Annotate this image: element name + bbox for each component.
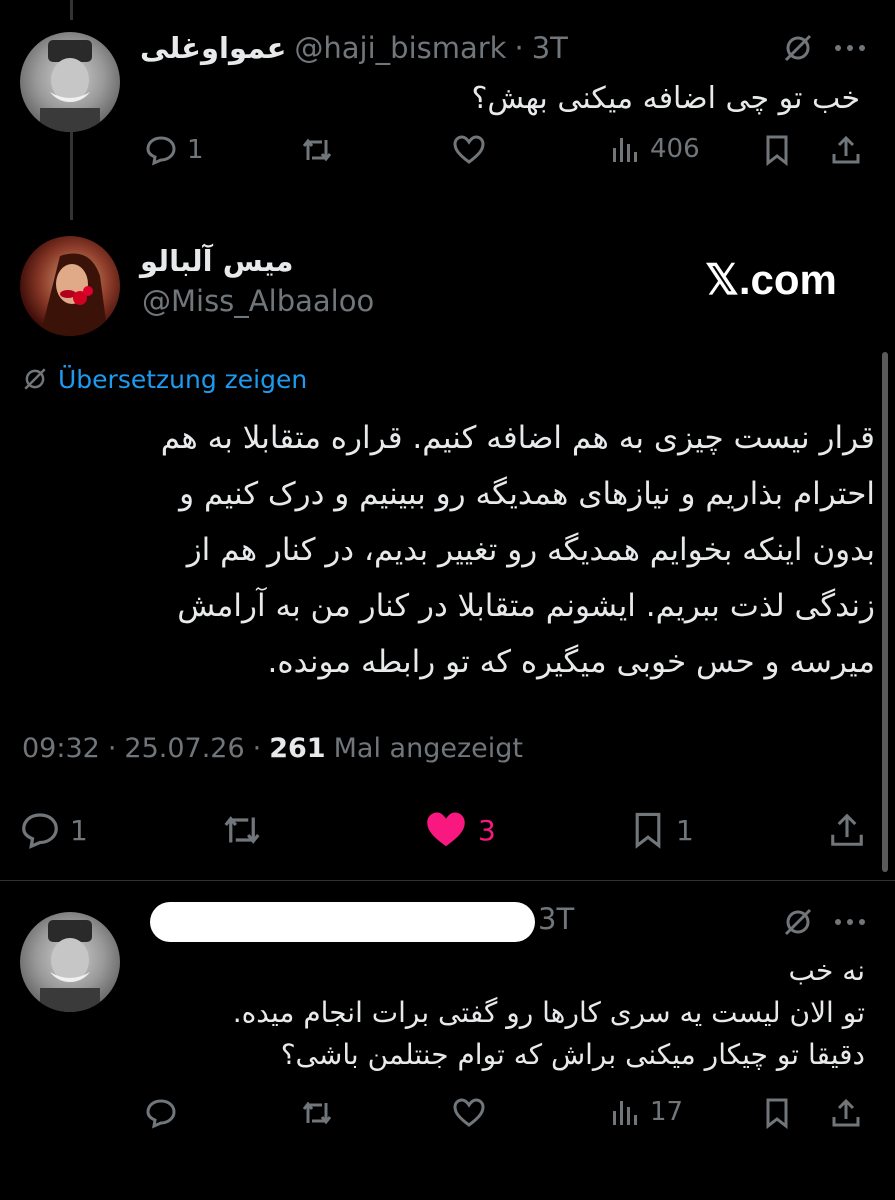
- views-count: 406: [650, 134, 700, 164]
- heart-icon: [452, 134, 486, 166]
- avatar-miss-albaaloo[interactable]: [20, 236, 120, 336]
- bookmark-button[interactable]: [762, 134, 792, 166]
- tweet3-actions: 17: [140, 1093, 870, 1137]
- views-icon: [610, 134, 640, 164]
- repost-icon: [300, 134, 334, 166]
- reply-count: 1: [187, 135, 204, 165]
- reply-button[interactable]: 1: [20, 810, 88, 850]
- reply-icon: [145, 1097, 177, 1129]
- repost-button[interactable]: [300, 1097, 334, 1129]
- bookmark-count: 1: [676, 813, 694, 847]
- thread-line-top: [70, 0, 73, 20]
- avatar-haji-bismark[interactable]: [20, 912, 120, 1012]
- translate-label: Übersetzung zeigen: [58, 364, 308, 394]
- grok-icon[interactable]: [780, 30, 816, 66]
- views-label: Mal angezeigt: [333, 733, 523, 764]
- tweet1-text: خب تو چی اضافه میکنی بهش؟: [471, 81, 860, 116]
- like-button[interactable]: 3: [424, 810, 496, 850]
- bookmark-icon: [762, 134, 792, 166]
- tweet2-handle[interactable]: @Miss_Albaaloo: [142, 284, 374, 318]
- tweet2-line-5: میرسه و حس خوبی میگیره که تو رابطه مونده…: [267, 644, 875, 680]
- thread-line-bottom: [70, 130, 73, 220]
- more-icon[interactable]: [830, 904, 870, 940]
- heart-filled-icon: [424, 810, 468, 850]
- repost-button[interactable]: [300, 134, 334, 166]
- reply-count: 1: [70, 813, 88, 847]
- display-name[interactable]: عمواوغلی: [140, 31, 286, 65]
- scrollbar[interactable]: [882, 352, 888, 872]
- tweet2-actions: 1 3 1: [20, 806, 880, 856]
- timestamp[interactable]: 3T: [532, 31, 568, 65]
- post-date[interactable]: 25.07.26: [124, 733, 244, 764]
- avatar-haji-bismark[interactable]: [20, 32, 120, 132]
- divider: [0, 880, 895, 881]
- tweet2-line-1: قرار نیست چیزی به هم اضافه کنیم. قراره م…: [160, 420, 875, 456]
- like-button[interactable]: [452, 134, 486, 166]
- tweet2-display-name[interactable]: میس آلبالو: [140, 244, 294, 278]
- views-number: 261: [269, 733, 326, 764]
- tweet2-body: قرار نیست چیزی به هم اضافه کنیم. قراره م…: [30, 410, 875, 690]
- share-icon: [830, 134, 862, 166]
- heart-icon: [452, 1097, 486, 1129]
- views-button[interactable]: 17: [610, 1097, 683, 1127]
- reply-icon: [145, 134, 177, 166]
- tweet3-line-2: تو الان لیست یه سری کارها رو گفتی برات ا…: [232, 996, 865, 1029]
- post-time[interactable]: 09:32: [22, 733, 100, 764]
- share-button[interactable]: [828, 810, 866, 850]
- reply-button[interactable]: [145, 1097, 177, 1129]
- share-icon: [828, 810, 866, 850]
- reply-icon: [20, 810, 60, 850]
- tweet1-header: عمواوغلی @haji_bismark · 3T: [140, 28, 568, 68]
- meta-sep: ·: [107, 733, 117, 764]
- share-button[interactable]: [830, 134, 862, 166]
- tweet1-actions: 1 406: [140, 130, 870, 174]
- repost-icon: [300, 1097, 334, 1129]
- views-count: 17: [650, 1097, 684, 1127]
- redacted-name-bar: [150, 902, 535, 942]
- separator: ·: [514, 31, 524, 65]
- bookmark-button[interactable]: [762, 1097, 792, 1129]
- more-icon[interactable]: [830, 30, 870, 66]
- handle[interactable]: @haji_bismark: [294, 31, 506, 65]
- views-icon: [610, 1097, 640, 1127]
- tweet3-body: نه خب تو الان لیست یه سری کارها رو گفتی …: [140, 950, 865, 1076]
- like-count: 3: [478, 813, 496, 847]
- tweet2-line-3: بدون اینکه بخوایم همدیگه رو تغییر بدیم، …: [186, 532, 875, 568]
- grok-icon[interactable]: [780, 904, 816, 940]
- bookmark-icon: [762, 1097, 792, 1129]
- share-icon: [830, 1097, 862, 1129]
- repost-icon: [220, 810, 264, 850]
- tweet2-meta: 09:32 · 25.07.26 · 261 Mal angezeigt: [22, 733, 523, 764]
- bookmark-icon: [630, 810, 666, 850]
- x-com-watermark: 𝕏.com: [705, 256, 837, 303]
- like-button[interactable]: [452, 1097, 486, 1129]
- timestamp[interactable]: 3T: [538, 902, 574, 936]
- translate-link[interactable]: Übersetzung zeigen: [22, 362, 307, 396]
- reply-button[interactable]: 1: [145, 134, 204, 166]
- tweet2-line-4: زندگی لذت ببریم. ایشونم متقابلا در کنار …: [177, 588, 875, 624]
- translate-icon: [22, 366, 48, 392]
- meta-sep: ·: [252, 733, 262, 764]
- tweet2-line-2: احترام بذاریم و نیازهای همدیگه رو ببینیم…: [179, 476, 875, 512]
- tweet3-line-1: نه خب: [788, 954, 865, 987]
- views-button[interactable]: 406: [610, 134, 700, 164]
- share-button[interactable]: [830, 1097, 862, 1129]
- bookmark-button[interactable]: 1: [630, 810, 694, 850]
- tweet3-line-3: دقیقا تو چیکار میکنی براش که توام جنتلمن…: [280, 1038, 865, 1071]
- repost-button[interactable]: [220, 810, 264, 850]
